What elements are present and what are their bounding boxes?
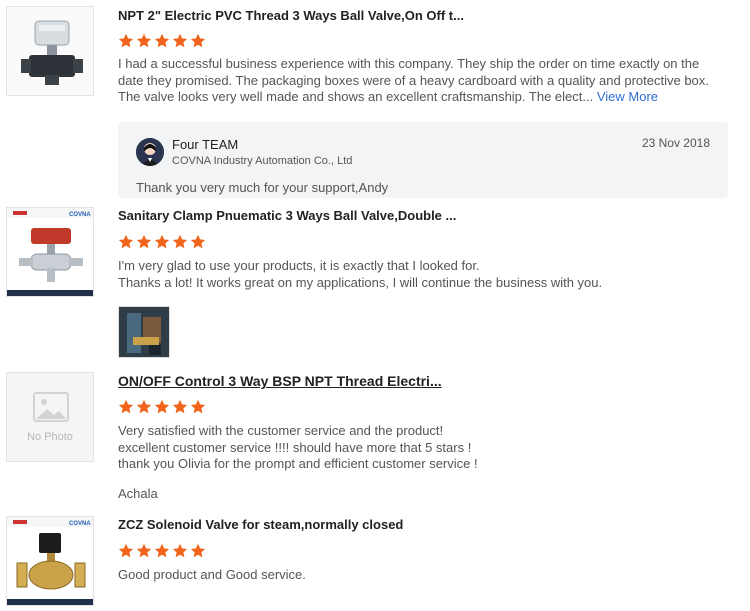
view-more-link[interactable]: View More [597,89,658,104]
star-icon [136,33,152,48]
product-thumbnail[interactable]: COVNA [6,207,94,297]
product-title[interactable]: ON/OFF Control 3 Way BSP NPT Thread Elec… [118,373,442,389]
review-line: I'm very glad to use your products, it i… [118,258,480,273]
star-rating [118,234,206,250]
electric-valve-image [7,7,93,95]
seller-reply: Four TEAM COVNA Industry Automation Co.,… [118,122,728,198]
reply-company: COVNA Industry Automation Co., Ltd [172,155,353,167]
no-photo-icon [33,392,69,422]
solenoid-valve-image: COVNA [7,517,93,605]
star-icon [190,33,206,48]
star-icon [190,399,206,414]
star-icon [154,543,170,558]
review-text: I had a successful business experience w… [118,56,718,106]
star-icon [172,399,188,414]
star-icon [118,399,134,414]
star-rating [118,399,206,415]
star-icon [136,543,152,558]
product-title[interactable]: Sanitary Clamp Pnuematic 3 Ways Ball Val… [118,208,456,223]
star-rating [118,33,206,49]
product-title[interactable]: NPT 2" Electric PVC Thread 3 Ways Ball V… [118,8,464,23]
product-thumbnail[interactable] [6,6,94,96]
review-line: Thanks a lot! It works great on my appli… [118,274,603,290]
reply-date: 23 Nov 2018 [641,136,710,150]
star-icon [172,234,188,249]
review-text: I'm very glad to use your products, it i… [118,258,718,291]
product-thumbnail[interactable]: COVNA [6,516,94,606]
brand-logo: COVNA [69,212,91,218]
product-title[interactable]: ZCZ Solenoid Valve for steam,normally cl… [118,517,403,532]
star-icon [136,399,152,414]
star-icon [118,33,134,48]
reply-text: Thank you very much for your support,And… [136,180,389,195]
review-photo[interactable] [118,306,170,358]
reply-author-name: Four TEAM [172,137,239,152]
product-thumbnail[interactable]: No Photo [6,372,94,462]
avatar [136,138,164,166]
star-icon [154,234,170,249]
star-icon [118,543,134,558]
no-photo-label: No Photo [27,431,73,443]
review-text: Good product and Good service. [118,567,306,582]
review-text: Very satisfied with the customer service… [118,423,718,473]
review-line: excellent customer service !!!! should h… [118,439,472,455]
star-icon [154,33,170,48]
brand-logo: COVNA [69,521,91,527]
star-icon [172,543,188,558]
star-icon [190,234,206,249]
star-icon [172,33,188,48]
star-icon [190,543,206,558]
review-line: Very satisfied with the customer service… [118,423,444,438]
pneumatic-valve-image: COVNA [7,208,93,296]
review-author: Achala [118,486,158,501]
review-line: thank you Olivia for the prompt and effi… [118,456,478,471]
star-icon [154,399,170,414]
star-icon [136,234,152,249]
star-icon [118,234,134,249]
star-rating [118,543,206,559]
